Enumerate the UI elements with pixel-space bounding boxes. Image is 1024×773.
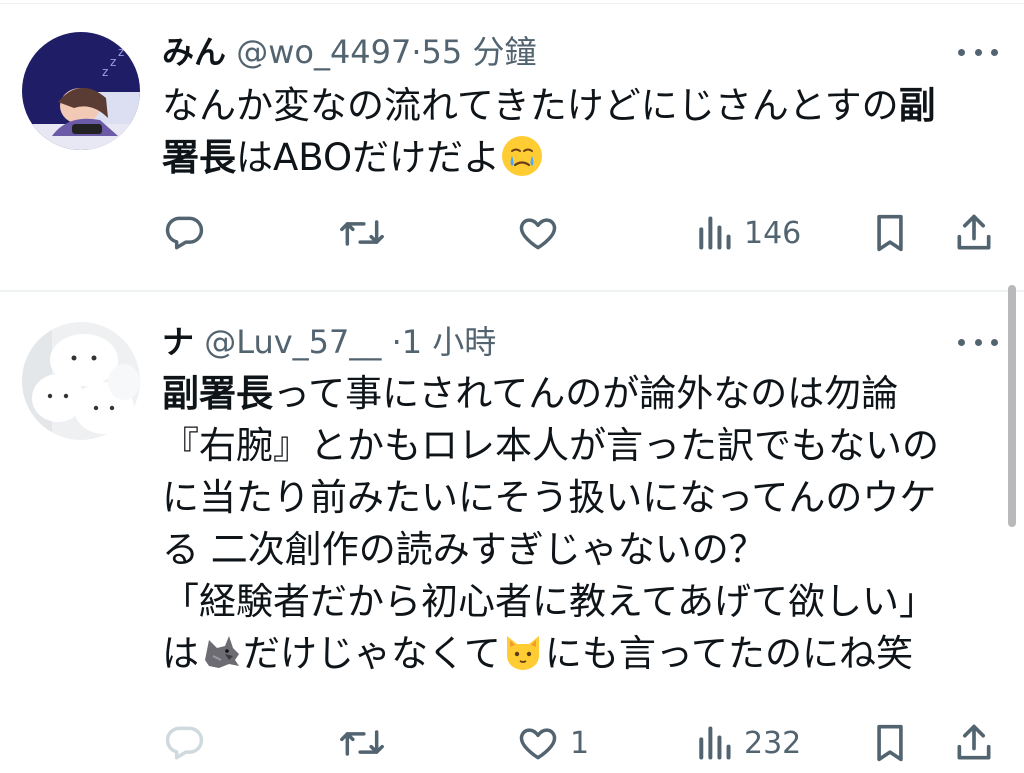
bookmark-button[interactable]	[870, 208, 910, 258]
bookmark-icon	[877, 214, 903, 252]
like-icon	[519, 728, 557, 760]
avatar-image	[22, 322, 140, 440]
svg-text:z: z	[118, 45, 124, 59]
tweet-text-segment: にも言ってたのにね笑	[544, 632, 914, 675]
action-bar: 1 232	[0, 718, 1024, 768]
tweet-text-segment: 副署長	[162, 372, 273, 415]
bookmark-button[interactable]	[870, 718, 910, 768]
avatar[interactable]	[22, 322, 140, 440]
user-handle[interactable]: @Luv_57__	[204, 323, 381, 361]
face-holding-back-tears-icon	[500, 134, 544, 178]
user-handle[interactable]: @wo_4497	[236, 33, 411, 71]
views-button[interactable]: 232	[694, 718, 801, 768]
tweet-text-segment: は	[162, 632, 199, 675]
bookmark-icon	[877, 724, 903, 762]
share-icon	[957, 214, 991, 250]
reply-icon	[165, 726, 204, 760]
tweet-text-segment: はABOだけだよ	[236, 136, 501, 179]
tweet-text-line: は だけじゃなくて にも言ってたのにね笑	[162, 628, 1002, 680]
tweet-text-line: 「経験者だから初心者に教えてあげて欲しい」	[162, 576, 1002, 628]
tweet-text-segment: る 二次創作の読みすぎじゃないの？	[162, 528, 766, 571]
tweet-header: みん @wo_4497·55 分鐘	[162, 32, 536, 72]
tweet-text-line: 『右腕』とかもロレ本人が言った訳でもないの	[162, 420, 1002, 472]
tweet-text-segment: 署長	[162, 136, 236, 179]
like-count: 1	[570, 725, 590, 761]
wolf-icon	[199, 630, 243, 674]
more-icon[interactable]	[958, 332, 998, 352]
like-button[interactable]	[516, 208, 570, 258]
retweet-icon	[340, 730, 384, 756]
views-count: 232	[744, 725, 802, 761]
reply-icon	[165, 216, 204, 250]
tweet-text-line: 署長はABOだけだよ	[162, 132, 1002, 184]
retweet-icon	[340, 220, 384, 246]
tweet-text-segment: なんか変なの流れてきたけどにじさんとすの	[162, 84, 899, 127]
tweet-text: なんか変なの流れてきたけどにじさんとすの副 署長はABOだけだよ	[162, 80, 1002, 184]
tweet-text: 副署長って事にされてんのが論外なのは勿論 『右腕』とかもロレ本人が言った訳でもない…	[162, 368, 1002, 680]
cat-face-icon	[501, 630, 545, 674]
tweet-text-line: なんか変なの流れてきたけどにじさんとすの副	[162, 80, 1002, 132]
tweet-text-segment: 『右腕』とかもロレ本人が言った訳でもないの	[162, 424, 939, 467]
tweet-text-segment: に当たり前みたいにそう扱いになってんのウケ	[162, 476, 937, 519]
display-name[interactable]: ナ	[162, 323, 194, 361]
action-bar: 146	[0, 208, 1024, 258]
tweet-1[interactable]: z z z みん @wo_4497·55 分鐘 なんか変なの流れてきたけどにじさ…	[0, 0, 1024, 290]
views-icon	[699, 216, 731, 250]
avatar[interactable]: z z z	[22, 32, 140, 150]
tweet-text-segment: だけじゃなくて	[243, 632, 501, 675]
tweet-text-line: 副署長って事にされてんのが論外なのは勿論	[162, 368, 1002, 420]
tweet-text-segment: 副	[898, 84, 936, 127]
like-button[interactable]: 1	[516, 718, 589, 768]
reply-button[interactable]	[162, 718, 216, 768]
share-button[interactable]	[952, 718, 996, 768]
views-count: 146	[744, 215, 802, 251]
tweet-text-line: に当たり前みたいにそう扱いになってんのウケ	[162, 472, 1002, 524]
svg-text:z: z	[110, 55, 116, 69]
tweet-2[interactable]: ナ @Luv_57__ ·1 小時 副署長って事にされてんのが論外なのは勿論 『右…	[0, 292, 1024, 773]
display-name[interactable]: みん	[162, 33, 226, 71]
views-icon	[699, 726, 731, 760]
timestamp[interactable]: ·1 小時	[392, 323, 497, 361]
retweet-button[interactable]	[338, 718, 396, 768]
avatar-image: z z z	[22, 32, 140, 150]
more-icon[interactable]	[958, 42, 998, 62]
tweet-text-line: る 二次創作の読みすぎじゃないの？	[162, 524, 1002, 576]
share-icon	[957, 724, 991, 760]
scrollbar[interactable]	[1008, 285, 1016, 527]
tweet-text-segment: 「経験者だから初心者に教えてあげて欲しい」	[162, 580, 937, 623]
svg-text:z: z	[102, 65, 108, 79]
tweet-header: ナ @Luv_57__ ·1 小時	[162, 322, 496, 362]
tweet-text-segment: って事にされてんのが論外なのは勿論	[273, 372, 899, 415]
retweet-button[interactable]	[338, 208, 396, 258]
views-button[interactable]: 146	[694, 208, 801, 258]
reply-button[interactable]	[162, 208, 216, 258]
like-icon	[519, 218, 557, 250]
timestamp[interactable]: ·55 分鐘	[411, 33, 536, 71]
share-button[interactable]	[952, 208, 996, 258]
